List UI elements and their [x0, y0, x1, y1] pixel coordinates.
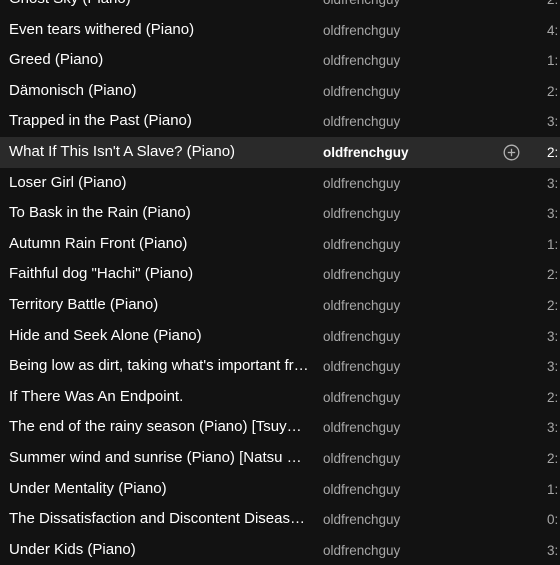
track-title[interactable]: To Bask in the Rain (Piano) [9, 204, 309, 222]
track-title[interactable]: Territory Battle (Piano) [9, 296, 309, 314]
track-artist[interactable]: oldfrenchguy [323, 175, 400, 193]
track-row[interactable]: Being low as dirt, taking what's importa… [0, 351, 560, 382]
track-row[interactable]: Territory Battle (Piano) oldfrenchguy 2: [0, 290, 560, 321]
track-title[interactable]: Even tears withered (Piano) [9, 21, 309, 39]
track-title[interactable]: Greed (Piano) [9, 51, 309, 69]
track-title[interactable]: Under Mentality (Piano) [9, 480, 309, 498]
track-row[interactable]: Under Mentality (Piano) oldfrenchguy 1: [0, 474, 560, 505]
track-artist[interactable]: oldfrenchguy [323, 481, 400, 499]
track-artist[interactable]: oldfrenchguy [323, 511, 400, 529]
track-title[interactable]: Summer wind and sunrise (Piano) [Natsu n… [9, 449, 309, 467]
track-duration: 3: [547, 542, 559, 558]
track-artist[interactable]: oldfrenchguy [323, 144, 409, 162]
track-title[interactable]: Loser Girl (Piano) [9, 174, 309, 192]
track-row[interactable]: Autumn Rain Front (Piano) oldfrenchguy 1… [0, 229, 560, 260]
track-title[interactable]: The Dissatisfaction and Discontent Disea… [9, 510, 309, 528]
track-duration: 3: [547, 175, 559, 191]
track-duration: 3: [547, 359, 559, 375]
track-title[interactable]: If There Was An Endpoint. [9, 388, 309, 406]
track-duration: 3: [547, 206, 559, 222]
track-duration: 1: [547, 236, 559, 252]
plus-circle-icon[interactable] [503, 144, 520, 161]
track-duration: 2: [547, 297, 559, 313]
track-row[interactable]: Ghost Sky (Piano) oldfrenchguy 2: [0, 0, 560, 15]
track-title[interactable]: Under Kids (Piano) [9, 541, 309, 559]
track-duration: 3: [547, 328, 559, 344]
track-row[interactable]: To Bask in the Rain (Piano) oldfrenchguy… [0, 198, 560, 229]
track-duration: 2: [547, 83, 559, 99]
track-row[interactable]: Faithful dog "Hachi" (Piano) oldfrenchgu… [0, 259, 560, 290]
track-row[interactable]: If There Was An Endpoint. oldfrenchguy 2… [0, 382, 560, 413]
track-artist[interactable]: oldfrenchguy [323, 236, 400, 254]
track-artist[interactable]: oldfrenchguy [323, 389, 400, 407]
track-artist[interactable]: oldfrenchguy [323, 205, 400, 223]
track-artist[interactable]: oldfrenchguy [323, 0, 400, 9]
track-row[interactable]: Hide and Seek Alone (Piano) oldfrenchguy… [0, 321, 560, 352]
track-row[interactable]: Even tears withered (Piano) oldfrenchguy… [0, 15, 560, 46]
track-artist[interactable]: oldfrenchguy [323, 113, 400, 131]
track-artist[interactable]: oldfrenchguy [323, 358, 400, 376]
track-artist[interactable]: oldfrenchguy [323, 22, 400, 40]
track-artist[interactable]: oldfrenchguy [323, 83, 400, 101]
track-title[interactable]: Dämonisch (Piano) [9, 82, 309, 100]
track-row[interactable]: Under Kids (Piano) oldfrenchguy 3: [0, 535, 560, 565]
track-duration: 2: [547, 267, 559, 283]
track-artist[interactable]: oldfrenchguy [323, 419, 400, 437]
track-row[interactable]: The end of the rainy season (Piano) [Tsu… [0, 412, 560, 443]
track-duration: 2: [547, 450, 559, 466]
track-title[interactable]: Being low as dirt, taking what's importa… [9, 357, 309, 375]
track-row-selected[interactable]: What If This Isn't A Slave? (Piano) oldf… [0, 136, 560, 168]
track-duration: 4: [547, 22, 559, 38]
track-row[interactable]: Loser Girl (Piano) oldfrenchguy 3: [0, 168, 560, 199]
track-row[interactable]: Summer wind and sunrise (Piano) [Natsu n… [0, 443, 560, 474]
track-title[interactable]: Trapped in the Past (Piano) [9, 112, 309, 130]
track-duration: 2: [547, 389, 559, 405]
track-title[interactable]: The end of the rainy season (Piano) [Tsu… [9, 418, 309, 436]
track-row[interactable]: The Dissatisfaction and Discontent Disea… [0, 504, 560, 535]
track-row[interactable]: Trapped in the Past (Piano) oldfrenchguy… [0, 106, 560, 137]
track-duration: 0: [547, 512, 559, 528]
track-title[interactable]: Ghost Sky (Piano) [9, 0, 309, 8]
track-duration: 1: [547, 53, 559, 69]
track-list: Ghost Sky (Piano) oldfrenchguy 2: Even t… [0, 0, 560, 565]
track-title[interactable]: What If This Isn't A Slave? (Piano) [9, 143, 309, 161]
track-artist[interactable]: oldfrenchguy [323, 297, 400, 315]
track-row[interactable]: Dämonisch (Piano) oldfrenchguy 2: [0, 76, 560, 107]
track-artist[interactable]: oldfrenchguy [323, 52, 400, 70]
track-row[interactable]: Greed (Piano) oldfrenchguy 1: [0, 45, 560, 76]
track-artist[interactable]: oldfrenchguy [323, 266, 400, 284]
track-artist[interactable]: oldfrenchguy [323, 542, 400, 560]
track-title[interactable]: Hide and Seek Alone (Piano) [9, 327, 309, 345]
track-duration: 1: [547, 481, 559, 497]
track-artist[interactable]: oldfrenchguy [323, 450, 400, 468]
track-title[interactable]: Autumn Rain Front (Piano) [9, 235, 309, 253]
track-title[interactable]: Faithful dog "Hachi" (Piano) [9, 265, 309, 283]
track-duration: 2: [547, 144, 559, 160]
track-duration: 3: [547, 114, 559, 130]
track-duration: 3: [547, 420, 559, 436]
track-artist[interactable]: oldfrenchguy [323, 328, 400, 346]
track-duration: 2: [547, 0, 558, 9]
